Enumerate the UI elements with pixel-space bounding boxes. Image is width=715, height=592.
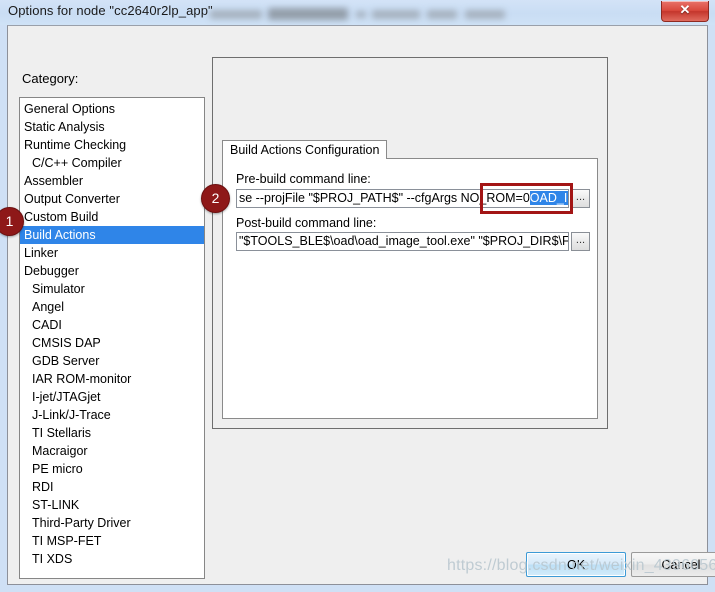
- options-dialog-window: Options for node "cc2640r2lp_app" ✕ Cate…: [0, 0, 715, 592]
- category-item-third-party-driver[interactable]: Third-Party Driver: [20, 514, 204, 532]
- category-item-c-c-compiler[interactable]: C/C++ Compiler: [20, 154, 204, 172]
- title-bar: Options for node "cc2640r2lp_app" ✕: [0, 0, 715, 25]
- tab-strip: Build Actions Configuration: [222, 140, 388, 159]
- blurred-region: [372, 10, 420, 19]
- category-item-macraigor[interactable]: Macraigor: [20, 442, 204, 460]
- category-item-st-link[interactable]: ST-LINK: [20, 496, 204, 514]
- blurred-region: [427, 10, 457, 19]
- prebuild-command-input[interactable]: se --projFile "$PROJ_PATH$" --cfgArgs NO…: [236, 189, 569, 208]
- category-item-general-options[interactable]: General Options: [20, 100, 204, 118]
- prebuild-command-text: se --projFile "$PROJ_PATH$" --cfgArgs NO…: [239, 191, 530, 205]
- blurred-region: [356, 11, 366, 18]
- tab-build-actions-configuration[interactable]: Build Actions Configuration: [222, 140, 388, 159]
- category-item-simulator[interactable]: Simulator: [20, 280, 204, 298]
- category-item-angel[interactable]: Angel: [20, 298, 204, 316]
- window-title: Options for node "cc2640r2lp_app": [8, 3, 213, 18]
- blurred-region: [465, 10, 505, 19]
- category-item-assembler[interactable]: Assembler: [20, 172, 204, 190]
- category-item-linker[interactable]: Linker: [20, 244, 204, 262]
- category-item-cadi[interactable]: CADI: [20, 316, 204, 334]
- category-item-rdi[interactable]: RDI: [20, 478, 204, 496]
- prebuild-selected-text: OAD_IMG_E=1: [529, 191, 568, 205]
- category-item-j-link-j-trace[interactable]: J-Link/J-Trace: [20, 406, 204, 424]
- close-button[interactable]: ✕: [661, 1, 709, 22]
- category-item-custom-build[interactable]: Custom Build: [20, 208, 204, 226]
- category-item-pe-micro[interactable]: PE micro: [20, 460, 204, 478]
- category-item-ti-msp-fet[interactable]: TI MSP-FET: [20, 532, 204, 550]
- category-label: Category:: [22, 71, 79, 86]
- category-item-ti-stellaris[interactable]: TI Stellaris: [20, 424, 204, 442]
- prebuild-command-label: Pre-build command line:: [236, 172, 371, 186]
- annotation-badge-2: 2: [201, 184, 230, 213]
- category-item-gdb-server[interactable]: GDB Server: [20, 352, 204, 370]
- category-list[interactable]: General Options Static Analysis Runtime Ch…: [19, 97, 205, 579]
- category-item-build-actions[interactable]: Build Actions: [20, 226, 204, 244]
- blurred-region: [268, 8, 348, 20]
- category-item-debugger[interactable]: Debugger: [20, 262, 204, 280]
- close-icon: ✕: [679, 2, 691, 17]
- blurred-region: [210, 10, 262, 19]
- category-item-static-analysis[interactable]: Static Analysis: [20, 118, 204, 136]
- postbuild-command-input[interactable]: "$TOOLS_BLE$\oad\oad_image_tool.exe" "$P…: [236, 232, 569, 251]
- category-item-i-jet-jtagjet[interactable]: I-jet/JTAGjet: [20, 388, 204, 406]
- category-item-ti-xds[interactable]: TI XDS: [20, 550, 204, 568]
- ok-button[interactable]: OK: [526, 552, 626, 577]
- prebuild-browse-button[interactable]: ...: [571, 189, 590, 208]
- postbuild-command-label: Post-build command line:: [236, 216, 377, 230]
- cancel-button[interactable]: Cancel: [631, 552, 715, 577]
- category-item-iar-rom-monitor[interactable]: IAR ROM-monitor: [20, 370, 204, 388]
- category-item-runtime-checking[interactable]: Runtime Checking: [20, 136, 204, 154]
- category-item-cmsis-dap[interactable]: CMSIS DAP: [20, 334, 204, 352]
- category-item-output-converter[interactable]: Output Converter: [20, 190, 204, 208]
- postbuild-browse-button[interactable]: ...: [571, 232, 590, 251]
